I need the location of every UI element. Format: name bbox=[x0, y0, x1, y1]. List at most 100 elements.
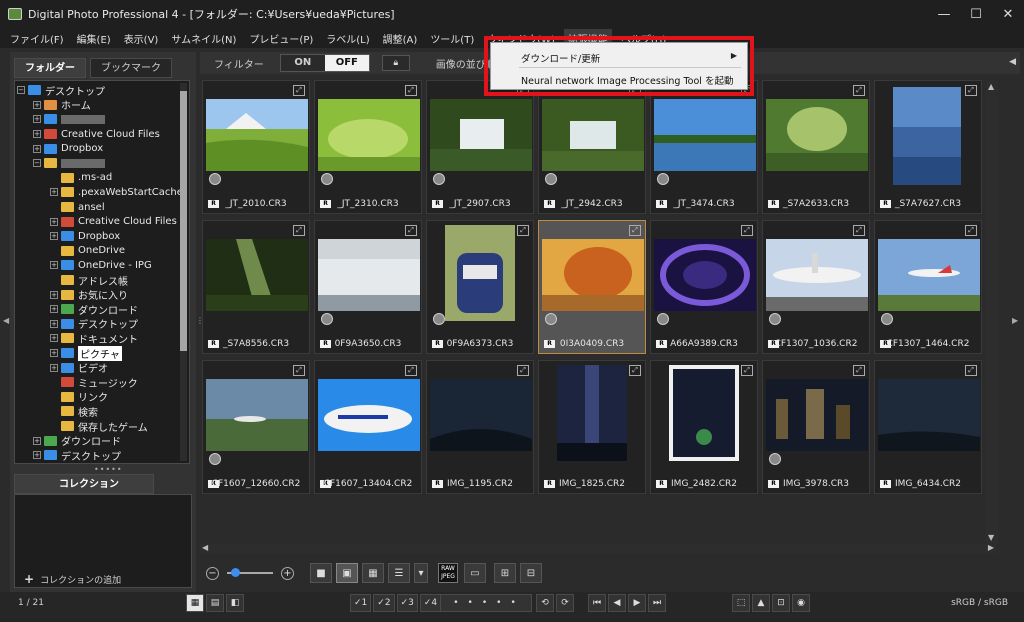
tree-item-links[interactable]: リンク bbox=[61, 390, 108, 404]
landscape-button[interactable]: ▲ bbox=[752, 594, 770, 612]
thumbnail-cell[interactable]: ⤢ R IMG_3978.CR3 bbox=[762, 360, 870, 494]
thumbnail-cell[interactable]: ⤢ R _JT_2010.CR3 bbox=[202, 80, 310, 214]
left-panel-splitter-icon[interactable]: ⋮ bbox=[196, 316, 204, 325]
thumbnail-cell[interactable]: ⤢ R CF1307_1464.CR2 bbox=[874, 220, 982, 354]
thumbnail-size-slider[interactable] bbox=[227, 568, 273, 577]
minimize-button[interactable]: — bbox=[928, 0, 960, 28]
next-image-button[interactable]: ▶ bbox=[628, 594, 646, 612]
thumbnail-cell[interactable]: ⤢ R _S7A7627.CR3 bbox=[874, 80, 982, 214]
check-icon[interactable]: ⤢ bbox=[293, 225, 305, 236]
left-panel-collapse-icon[interactable]: ◀ bbox=[3, 316, 9, 325]
tree-item-downloads[interactable]: + ダウンロード bbox=[50, 302, 138, 317]
view-medium-button[interactable]: ▣ bbox=[336, 563, 358, 583]
slider-knob[interactable] bbox=[231, 568, 240, 577]
thumbnail-cell[interactable]: ⤢ R 0F9A6373.CR3 bbox=[426, 220, 534, 354]
prev-image-button[interactable]: ◀ bbox=[608, 594, 626, 612]
thumbnail-cell[interactable]: ⤢ R A66A9389.CR3 bbox=[650, 220, 758, 354]
add-collection-button[interactable]: + コレクションの追加 bbox=[24, 572, 121, 586]
maximize-button[interactable]: ☐ bbox=[960, 0, 992, 28]
tab-folder[interactable]: フォルダー bbox=[14, 58, 86, 78]
zoom-out-button[interactable]: − bbox=[206, 566, 219, 580]
check-icon[interactable]: ⤢ bbox=[965, 365, 977, 376]
tree-item-pictures[interactable]: + ピクチャ bbox=[50, 345, 122, 361]
expand-icon[interactable]: + bbox=[33, 144, 41, 153]
thumbnail-cell[interactable]: ⤢ R IMG_2482.CR2 bbox=[650, 360, 758, 494]
compare-view-button[interactable]: ⊟ bbox=[520, 563, 542, 583]
tree-item-favorites[interactable]: + お気に入り bbox=[50, 287, 128, 302]
tree-item-search[interactable]: 検索 bbox=[61, 404, 98, 419]
expand-icon[interactable]: + bbox=[50, 188, 58, 197]
raw-jpeg-button[interactable]: RAW JPEG bbox=[438, 563, 458, 583]
last-image-button[interactable]: ⏭ bbox=[648, 594, 666, 612]
camera-button[interactable]: ◉ bbox=[792, 594, 810, 612]
check-icon[interactable]: ⤢ bbox=[629, 365, 641, 376]
scroll-left-icon[interactable]: ◀ bbox=[202, 543, 208, 552]
layout-grid-button[interactable]: ▦ bbox=[186, 594, 204, 612]
tree-item-documents[interactable]: + ドキュメント bbox=[50, 331, 138, 346]
tree-scrollbar-thumb[interactable] bbox=[180, 91, 187, 351]
check-1-button[interactable]: ✓1 bbox=[350, 594, 372, 612]
tab-collection[interactable]: コレクション bbox=[14, 474, 154, 494]
expand-icon[interactable]: + bbox=[33, 451, 41, 460]
expand-icon[interactable]: + bbox=[50, 349, 58, 358]
expand-icon[interactable]: + bbox=[50, 334, 58, 343]
filter-on-button[interactable]: ON bbox=[280, 55, 325, 71]
crop-button[interactable]: ⬚ bbox=[732, 594, 750, 612]
scroll-up-icon[interactable]: ▲ bbox=[988, 82, 994, 91]
expand-icon[interactable]: + bbox=[50, 319, 58, 328]
filter-off-button[interactable]: OFF bbox=[324, 55, 369, 71]
scroll-down-icon[interactable]: ▼ bbox=[988, 533, 994, 542]
panel-resize-grip[interactable]: ••••• bbox=[94, 465, 123, 474]
thumbnail-cell[interactable]: ⤢ R _S7A8556.CR3 bbox=[202, 220, 310, 354]
grid-horizontal-scrollbar[interactable]: ◀ ▶ bbox=[200, 543, 996, 554]
tree-item-user[interactable]: − bbox=[33, 156, 105, 171]
check-icon[interactable]: ⤢ bbox=[293, 365, 305, 376]
tree-item-onedrive-2[interactable]: OneDrive bbox=[61, 244, 125, 259]
tree-item-desktop-root[interactable]: + デスクトップ bbox=[33, 448, 121, 463]
check-icon[interactable]: ⤢ bbox=[405, 85, 417, 96]
grid-view-button[interactable]: ⊞ bbox=[494, 563, 516, 583]
check-icon[interactable]: ⤢ bbox=[741, 365, 753, 376]
expand-icon[interactable]: + bbox=[33, 100, 41, 109]
tab-bookmark[interactable]: ブックマーク bbox=[90, 58, 172, 78]
expand-icon[interactable]: + bbox=[50, 363, 58, 372]
tree-item-onedrive-ipg[interactable]: + OneDrive - IPG bbox=[50, 258, 152, 273]
tree-item-desktop-2[interactable]: + デスクトップ bbox=[50, 317, 138, 331]
tree-item-ansel[interactable]: ansel bbox=[61, 200, 105, 215]
expand-icon[interactable]: + bbox=[33, 115, 41, 124]
expand-icon[interactable]: + bbox=[50, 217, 58, 226]
menu-file[interactable]: ファイル(F) bbox=[10, 29, 64, 48]
collapse-icon[interactable]: − bbox=[33, 159, 41, 168]
tree-item-home[interactable]: + ホーム bbox=[33, 98, 91, 112]
view-dropdown-button[interactable]: ▾ bbox=[414, 563, 428, 583]
filter-toggle[interactable]: ON OFF bbox=[279, 54, 370, 72]
tree-item-desktop[interactable]: − デスクトップ bbox=[17, 83, 105, 98]
right-panel-expand-icon[interactable]: ▶ bbox=[1012, 316, 1018, 325]
thumbnail-cell[interactable]: ⤢ R _JT_2942.CR3 bbox=[538, 80, 646, 214]
filmstrip-button[interactable]: ▭ bbox=[464, 563, 486, 583]
tree-item-saved-games[interactable]: 保存したゲーム bbox=[61, 419, 148, 434]
check-3-button[interactable]: ✓3 bbox=[396, 594, 418, 612]
menu-tools[interactable]: ツール(T) bbox=[430, 29, 474, 48]
layout-split-button[interactable]: ◧ bbox=[226, 594, 244, 612]
thumbnail-cell[interactable]: ⤢ R _S7A2633.CR3 bbox=[762, 80, 870, 214]
menu-view[interactable]: 表示(V) bbox=[124, 29, 159, 48]
collapse-icon[interactable]: − bbox=[17, 86, 25, 95]
thumbnail-cell[interactable]: ⤢ R CF1307_1036.CR2 bbox=[762, 220, 870, 354]
expand-icon[interactable]: + bbox=[33, 130, 41, 139]
menu-label[interactable]: ラベル(L) bbox=[326, 29, 369, 48]
layout-preview-button[interactable]: ▤ bbox=[206, 594, 224, 612]
grid-vertical-scrollbar[interactable]: ▲ ▼ bbox=[986, 80, 998, 544]
collapse-right-icon[interactable]: ◀ bbox=[1009, 57, 1016, 67]
tree-item-creative-cloud[interactable]: + Creative Cloud Files bbox=[33, 127, 160, 142]
tree-item-dropbox-2[interactable]: + Dropbox bbox=[50, 229, 120, 244]
check-icon[interactable]: ⤢ bbox=[853, 365, 865, 376]
thumbnail-cell[interactable]: ⤢ R IMG_1195.CR2 bbox=[426, 360, 534, 494]
expand-icon[interactable]: + bbox=[50, 261, 58, 270]
lock-button[interactable]: 🔒︎ bbox=[381, 55, 410, 71]
tree-item-downloads-root[interactable]: + ダウンロード bbox=[33, 433, 121, 448]
tree-item-music[interactable]: ミュージック bbox=[61, 375, 138, 390]
zoom-in-button[interactable]: + bbox=[281, 566, 294, 580]
star-rating-dots[interactable]: ••••• bbox=[440, 594, 532, 612]
tree-item-onedrive[interactable]: + bbox=[33, 112, 105, 127]
